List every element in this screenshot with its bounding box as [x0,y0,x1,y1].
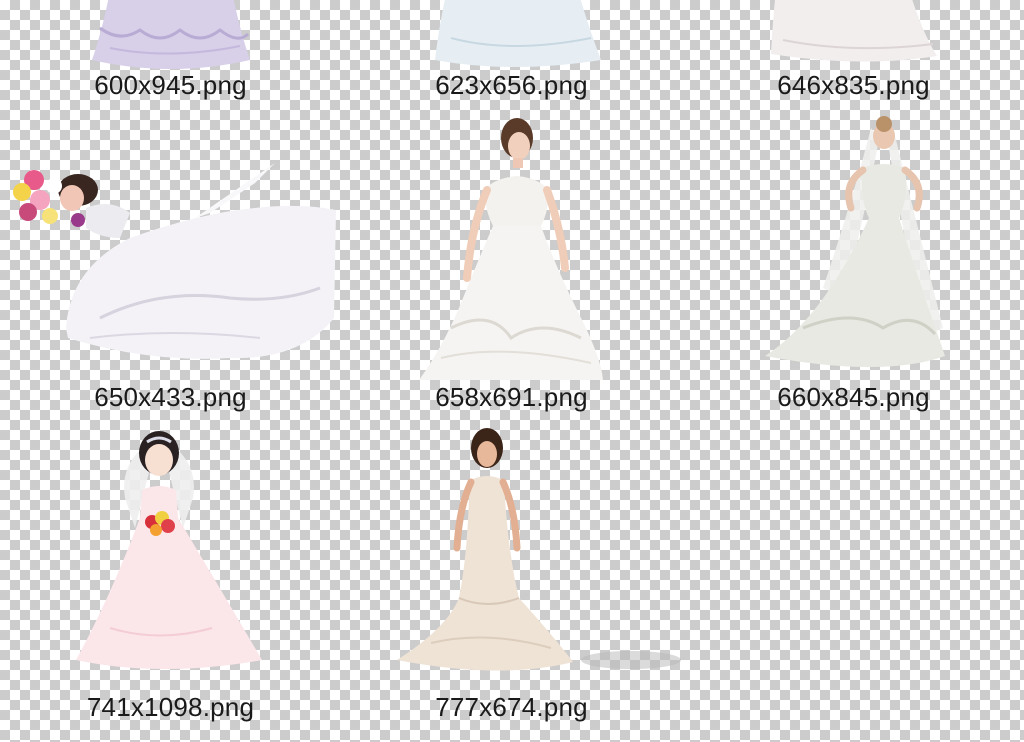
file-tile[interactable]: 623x656.png [341,0,682,100]
file-tile[interactable]: 660x845.png [683,88,1024,412]
file-tile[interactable]: 650x433.png [0,88,341,412]
file-name: 777x674.png [435,692,588,722]
mermaid-bride-thumbnail [397,428,681,671]
file-tile[interactable]: 658x691.png [341,88,682,412]
reclining-bride-thumbnail [13,163,336,359]
cartoon-bride-thumbnail [76,431,262,669]
bride-thumbnail [419,118,603,380]
file-name: 741x1098.png [86,692,255,722]
file-tile[interactable]: 600x945.png [0,0,341,100]
file-tile[interactable]: 741x1098.png [0,398,341,722]
bride-veil-thumbnail [765,116,945,367]
file-tile[interactable]: 646x835.png [683,0,1024,100]
file-name: 660x845.png [777,382,930,412]
file-tile[interactable]: 777x674.png [341,398,682,722]
